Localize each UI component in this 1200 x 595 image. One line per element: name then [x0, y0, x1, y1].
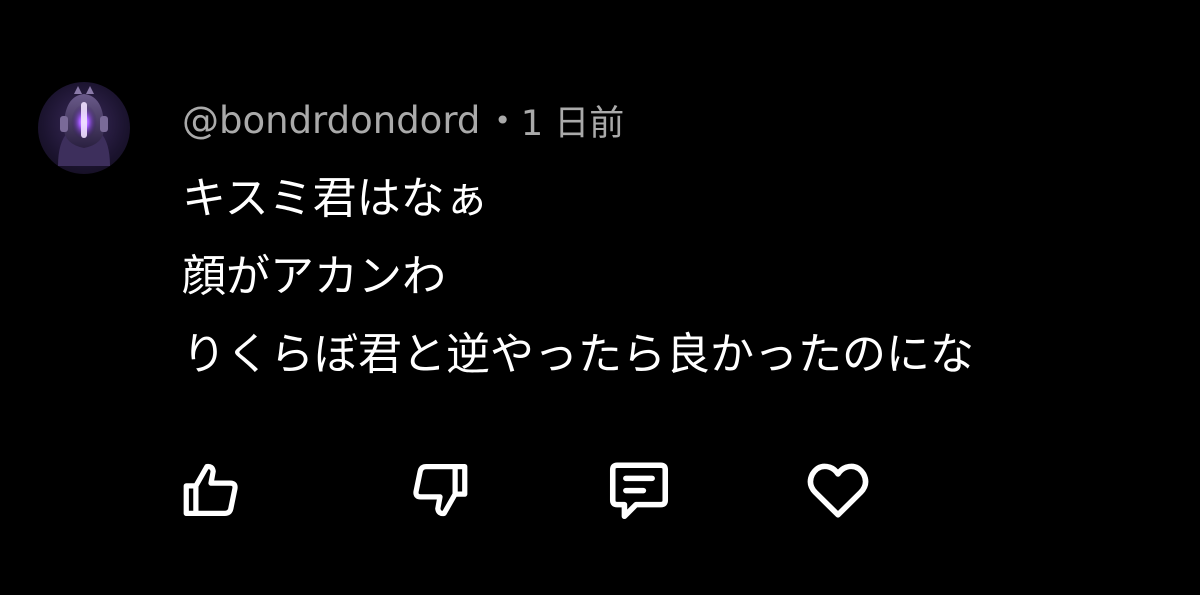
comment-thread-item: @bondrdondord • 1 日前 キスミ君はなぁ 顔がアカンわ りくらぼ…: [0, 0, 1200, 595]
comment-line: 顔がアカンわ: [182, 251, 446, 302]
like-button[interactable]: [176, 455, 246, 525]
comment-line: キスミ君はなぁ: [182, 173, 489, 224]
thumbs-down-icon: [413, 464, 468, 517]
meta-separator: •: [494, 103, 511, 137]
comment-action-bar: [0, 455, 1200, 525]
comment-line: りくらぼ君と逆やったら良かったのにな: [182, 329, 974, 380]
comment-meta: @bondrdondord • 1 日前: [182, 96, 624, 144]
heart-button[interactable]: [803, 455, 873, 525]
comment-body: キスミ君はなぁ 顔がアカンわ りくらぼ君と逆やったら良かったのにな: [182, 170, 1182, 404]
author-avatar[interactable]: [38, 82, 130, 174]
thumbs-up-icon: [183, 463, 238, 516]
author-handle[interactable]: @bondrdondord: [182, 99, 480, 142]
dislike-button[interactable]: [405, 455, 475, 525]
heart-icon: [807, 463, 869, 518]
comment-timestamp[interactable]: 1 日前: [521, 95, 624, 146]
reply-comment-icon: [609, 462, 669, 520]
robot-helmet-avatar-icon: [58, 86, 110, 166]
reply-button[interactable]: [604, 455, 674, 525]
